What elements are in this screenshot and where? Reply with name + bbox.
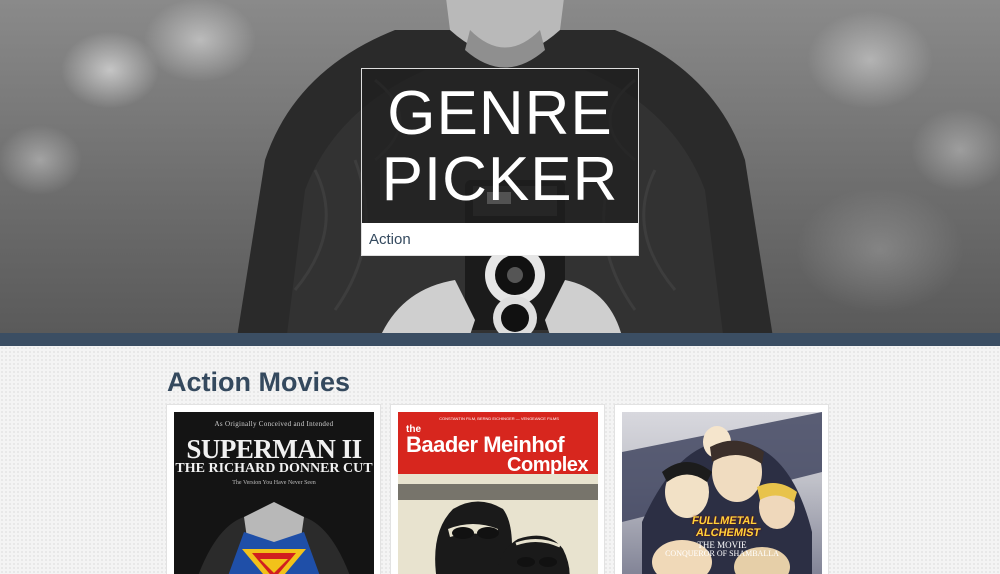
movie-card[interactable]: CONSTANTIN FILM, BERND EICHINGER — VENGE…: [390, 404, 605, 574]
divider-bar: [0, 333, 1000, 346]
app-title-line-2: PICKER: [381, 145, 619, 214]
section-title: Action Movies: [167, 367, 351, 397]
poster-caption: The Version You Have Never Seen: [232, 480, 316, 486]
movie-poster[interactable]: FULLMETAL ALCHEMIST THE MOVIE CONQUEROR …: [622, 412, 822, 574]
poster-caption: CONQUEROR OF SHAMBALLA: [665, 549, 779, 558]
movie-poster[interactable]: As Originally Conceived and Intended SUP…: [174, 412, 374, 574]
main-content: Action Movies As Originally Conceived an…: [0, 346, 1000, 574]
app-title-line-1: GENRE: [387, 79, 613, 148]
poster-title-line-2: ALCHEMIST: [694, 527, 762, 539]
hero-banner: GENRE PICKER: [0, 0, 1000, 333]
poster-credits: CONSTANTIN FILM, BERND EICHINGER — VENGE…: [439, 416, 559, 421]
poster-tagline: As Originally Conceived and Intended: [214, 420, 334, 428]
superman-shield-icon: [198, 502, 350, 574]
movie-poster[interactable]: CONSTANTIN FILM, BERND EICHINGER — VENGE…: [398, 412, 598, 574]
movie-card[interactable]: As Originally Conceived and Intended SUP…: [166, 404, 381, 574]
genre-picker-panel: GENRE PICKER: [361, 68, 639, 256]
poster-artwork: [398, 474, 598, 574]
movie-card[interactable]: FULLMETAL ALCHEMIST THE MOVIE CONQUEROR …: [614, 404, 829, 574]
poster-subtitle: THE RICHARD DONNER CUT: [175, 461, 373, 476]
poster-title: FULLMETAL: [690, 515, 759, 527]
app-title: GENRE PICKER: [362, 81, 638, 213]
genre-input[interactable]: [362, 223, 638, 255]
